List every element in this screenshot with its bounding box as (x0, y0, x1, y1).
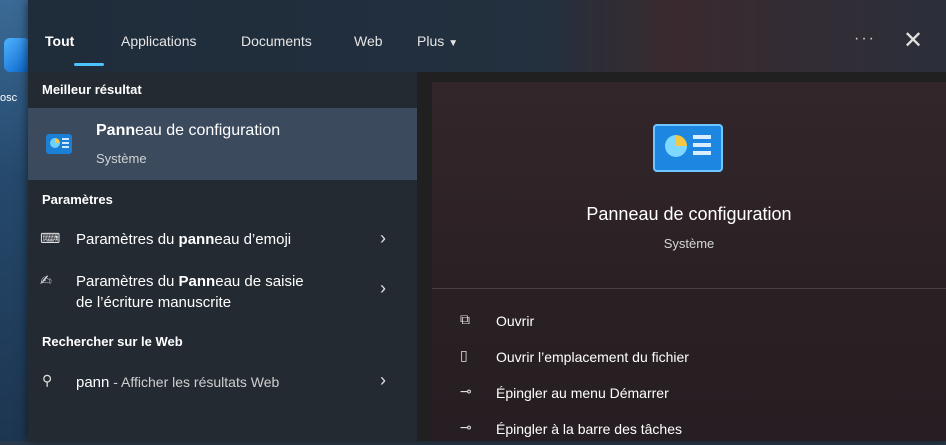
chevron-right-icon[interactable]: › (380, 228, 386, 249)
section-settings: Paramètres (42, 192, 113, 207)
pen-icon: ✍ (40, 272, 52, 288)
web-search-label: pann - Afficher les résultats Web (76, 374, 280, 391)
close-button[interactable]: ✕ (903, 26, 923, 55)
preview-title: Panneau de configuration (586, 204, 792, 224)
control-panel-icon (46, 134, 72, 154)
control-panel-large-icon (653, 124, 723, 172)
web-search-item[interactable]: ⚲ pann - Afficher les résultats Web › (28, 366, 417, 400)
divider (432, 288, 946, 289)
pin-icon: ⊸ (460, 419, 472, 435)
results-list: Meilleur résultat Panneau de configurati… (28, 72, 417, 441)
open-icon: ⧉ (460, 311, 470, 327)
tab-web[interactable]: Web (354, 33, 383, 49)
tab-plus-label: Plus (417, 33, 445, 49)
pin-icon: ⊸ (460, 383, 472, 399)
action-label: Épingler à la barre des tâches (496, 421, 682, 437)
tab-applications[interactable]: Applications (121, 33, 197, 49)
section-best-result: Meilleur résultat (42, 82, 142, 97)
best-result-item[interactable]: Panneau de configuration Système (28, 108, 417, 180)
action-label: Ouvrir l’emplacement du fichier (496, 349, 689, 365)
desktop-background: osc (0, 0, 30, 441)
desktop-icon-label: osc (0, 92, 18, 104)
action-label: Épingler au menu Démarrer (496, 385, 669, 401)
preview-pane: Panneau de configuration Système ⧉ Ouvri… (432, 82, 946, 441)
settings-item-handwriting[interactable]: ✍ Paramètres du Panneau de saisie de l’éc… (28, 268, 417, 316)
best-result-subtitle: Système (96, 151, 147, 166)
search-icon: ⚲ (42, 372, 53, 388)
active-tab-indicator (74, 63, 104, 66)
settings-item-label: Paramètres du panneau d’emoji (76, 231, 292, 248)
action-open-file-location[interactable]: ▯ Ouvrir l’emplacement du fichier (432, 343, 946, 373)
folder-location-icon: ▯ (460, 347, 468, 363)
best-result-name: Panneau de configuration (96, 122, 281, 139)
keyboard-icon: ⌨ (40, 230, 61, 246)
search-panel: Tout Applications Documents Web Plus ▼ ··… (28, 0, 946, 441)
preview-subtitle: Système (663, 236, 715, 251)
caret-down-icon: ▼ (448, 38, 459, 49)
chevron-right-icon[interactable]: › (380, 370, 386, 391)
more-options-button[interactable]: ··· (854, 30, 876, 48)
chevron-right-icon[interactable]: › (380, 278, 386, 299)
action-open[interactable]: ⧉ Ouvrir (432, 307, 946, 337)
tab-tout[interactable]: Tout (45, 33, 74, 49)
action-label: Ouvrir (496, 313, 535, 329)
settings-item-label: Paramètres du Panneau de saisie de l’écri… (76, 273, 304, 311)
section-web-search: Rechercher sur le Web (42, 334, 183, 349)
tab-plus[interactable]: Plus ▼ (417, 33, 458, 49)
action-pin-start[interactable]: ⊸ Épingler au menu Démarrer (432, 379, 946, 409)
search-tabs-bar: Tout Applications Documents Web Plus ▼ ··… (28, 0, 946, 72)
settings-item-emoji[interactable]: ⌨ Paramètres du panneau d’emoji › (28, 222, 417, 258)
tab-documents[interactable]: Documents (241, 33, 312, 49)
desktop-app-icon[interactable] (4, 38, 30, 72)
